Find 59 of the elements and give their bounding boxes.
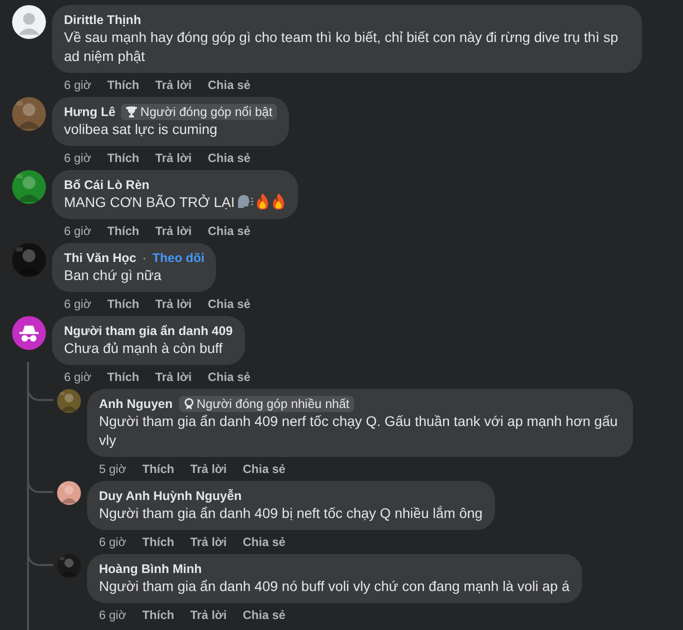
action-link[interactable]: Trả lời [155, 224, 192, 238]
comment-time[interactable]: 6 giờ [64, 78, 92, 92]
action-link[interactable]: Chia sẻ [242, 462, 286, 476]
fire-icon [254, 193, 270, 210]
action-link[interactable]: Chia sẻ [242, 535, 286, 549]
action-link[interactable]: Chia sẻ [208, 151, 250, 165]
author-name[interactable]: Hưng Lê [64, 105, 116, 119]
comment-text: MANG CƠN BÃO TRỞ LẠI [64, 194, 235, 210]
comment-time[interactable]: 6 giờ [64, 224, 92, 238]
action-link[interactable]: Trả lời [155, 297, 192, 311]
author-name[interactable]: Duy Anh Huỳnh Nguyễn [99, 489, 242, 503]
action-link[interactable]: Thích [107, 297, 140, 311]
author-name[interactable]: Thi Văn Học [64, 251, 136, 265]
author-name[interactable]: Dirittle Thịnh [64, 13, 142, 27]
avatar-icon[interactable] [12, 5, 46, 39]
action-link[interactable]: Chia sẻ [208, 224, 250, 238]
action-link[interactable]: Trả lời [190, 462, 227, 476]
separator-dot: · [142, 251, 146, 265]
author-name[interactable]: Anh Nguyen [99, 397, 173, 411]
comment-text: volibea sat lực is cuming [64, 121, 218, 137]
medal-icon [184, 398, 194, 410]
action-link[interactable]: Trả lời [190, 608, 227, 622]
action-link[interactable]: Chia sẻ [242, 608, 286, 622]
fire-icon [270, 193, 286, 210]
comment-time[interactable]: 6 giờ [64, 151, 92, 165]
speaking-head-icon [236, 194, 254, 210]
comment-text: Người tham gia ẩn danh 409 bị neft tốc chạy Q nhiều lắm ông [99, 505, 483, 521]
comment-time[interactable]: 5 giờ [99, 462, 126, 476]
comment-text: Ban chứ gì nữa [64, 267, 162, 283]
action-link[interactable]: Thích [107, 78, 140, 92]
action-link[interactable]: Trả lời [155, 151, 192, 165]
action-link[interactable]: Trả lời [155, 370, 192, 384]
action-link[interactable]: Trả lời [190, 535, 227, 549]
action-link[interactable]: Chia sẻ [208, 370, 250, 384]
follow-link[interactable]: Theo dõi [152, 251, 204, 265]
action-link[interactable]: Thích [107, 370, 140, 384]
action-link[interactable]: Thích [107, 224, 140, 238]
action-link[interactable]: Thích [107, 151, 140, 165]
trophy-icon [126, 106, 138, 118]
avatar-icon[interactable] [12, 316, 46, 350]
comment-time[interactable]: 6 giờ [99, 535, 126, 549]
contributor-badge[interactable]: Người đóng góp nhiều nhất [178, 396, 354, 412]
comment-text: Chưa đủ mạnh à còn buff [64, 340, 223, 356]
action-link[interactable]: Chia sẻ [208, 78, 250, 92]
author-name[interactable]: Người tham gia ẩn danh 409 [64, 324, 233, 338]
action-link[interactable]: Thích [142, 535, 174, 549]
comment-time[interactable]: 6 giờ [64, 370, 92, 384]
comment-text: Về sau mạnh hay đóng góp gì cho team thì ko biết, chỉ biết con này đi rừng dive trụ thì sp ad niệm phật [64, 29, 618, 64]
action-link[interactable]: Chia sẻ [208, 297, 250, 311]
comment-text: Người tham gia ẩn danh 409 nerf tốc chạy Q. Gấu thuần tank với ap mạnh hơn gấu vly [99, 413, 618, 448]
comment-text: Người tham gia ẩn danh 409 nó buff voli vly chứ con đang mạnh là voli ap á [99, 578, 570, 594]
contributor-badge[interactable]: Người đóng góp nổi bật [121, 104, 278, 120]
action-link[interactable]: Trả lời [155, 78, 192, 92]
action-link[interactable]: Thích [142, 608, 174, 622]
author-name[interactable]: Bố Cái Lò Rèn [64, 178, 150, 192]
action-link[interactable]: Thích [142, 462, 174, 476]
comment-time[interactable]: 6 giờ [64, 297, 92, 311]
author-name[interactable]: Hoàng Bình Minh [99, 562, 202, 576]
comment-time[interactable]: 6 giờ [99, 608, 126, 622]
